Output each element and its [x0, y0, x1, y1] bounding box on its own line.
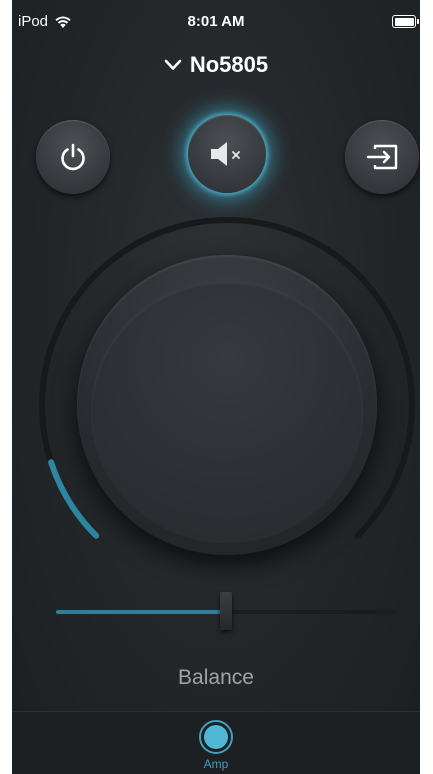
- device-selector[interactable]: No5805: [12, 52, 420, 78]
- input-select-button[interactable]: [345, 120, 419, 194]
- status-time: 8:01 AM: [187, 13, 245, 30]
- tab-amp-label: Amp: [203, 757, 229, 771]
- power-icon: [61, 143, 85, 171]
- tab-amp[interactable]: Amp: [199, 720, 233, 771]
- volume-knob[interactable]: [77, 255, 377, 555]
- mute-button[interactable]: [188, 115, 266, 193]
- volume-arc-fill: [48, 459, 100, 539]
- chevron-down-icon: [164, 59, 182, 70]
- tab-bar: Amp: [12, 711, 420, 774]
- balance-fill: [56, 610, 226, 614]
- status-bar: iPod 8:01 AM: [12, 0, 420, 42]
- power-button[interactable]: [36, 120, 110, 194]
- amp-icon: [199, 720, 233, 754]
- balance-slider[interactable]: [56, 592, 396, 636]
- volume-dial[interactable]: [12, 210, 420, 590]
- app-screen: iPod 8:01 AM No5805 Balance Amp: [12, 0, 420, 774]
- balance-thumb[interactable]: [220, 592, 232, 630]
- volume-knob-face: [91, 281, 363, 543]
- balance-label: Balance: [178, 666, 254, 689]
- device-name: No5805: [189, 52, 269, 77]
- speaker-mute-icon: [211, 142, 240, 166]
- battery-full-icon: [392, 15, 419, 28]
- input-select-icon: [366, 144, 398, 170]
